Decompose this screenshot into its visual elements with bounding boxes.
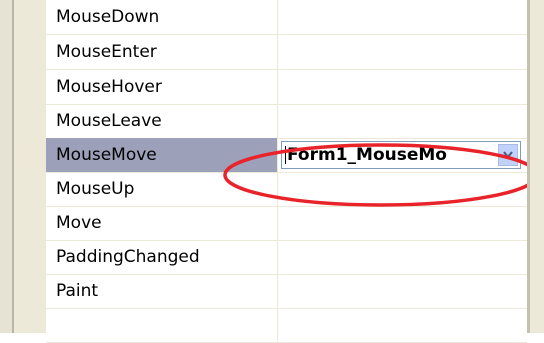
property-name: Paint bbox=[46, 274, 278, 308]
property-row-mouseleave[interactable]: MouseLeave bbox=[46, 104, 527, 139]
property-name: PaddingChanged bbox=[46, 240, 278, 274]
window-left-edge bbox=[0, 0, 12, 333]
property-row-mousedown[interactable]: MouseDown bbox=[46, 0, 527, 35]
property-name: MouseEnter bbox=[46, 35, 278, 69]
property-row-mousehover[interactable]: MouseHover bbox=[46, 70, 527, 105]
window-right-edge bbox=[530, 0, 544, 333]
property-name bbox=[46, 308, 278, 342]
property-row-partial[interactable] bbox=[46, 308, 527, 343]
property-row-paddingchanged[interactable]: PaddingChanged bbox=[46, 240, 527, 275]
category-gutter bbox=[14, 0, 46, 333]
annotation-ellipse bbox=[223, 143, 539, 207]
property-row-mouseenter[interactable]: MouseEnter bbox=[46, 35, 527, 70]
property-name: MouseLeave bbox=[46, 104, 278, 138]
property-row-paint[interactable]: Paint bbox=[46, 274, 527, 309]
property-name: MouseHover bbox=[46, 70, 278, 104]
property-name: MouseDown bbox=[46, 0, 278, 34]
